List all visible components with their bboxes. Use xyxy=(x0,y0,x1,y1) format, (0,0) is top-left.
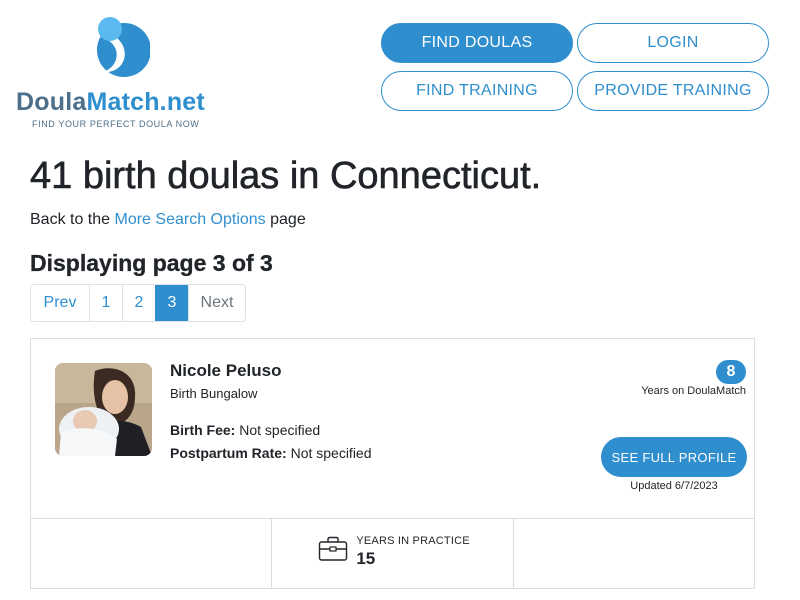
login-button[interactable]: LOGIN xyxy=(577,23,769,63)
years-in-practice-label: YEARS IN PRACTICE xyxy=(356,535,470,547)
logo-tagline: FIND YOUR PERFECT DOULA NOW xyxy=(32,119,200,129)
displaying-page-heading: Displaying page 3 of 3 xyxy=(30,250,273,276)
doula-name[interactable]: Nicole Peluso xyxy=(170,361,281,381)
postpartum-rate-value: Not specified xyxy=(286,445,372,461)
birth-fee-label: Birth Fee: xyxy=(170,422,236,438)
provide-training-button[interactable]: PROVIDE TRAINING xyxy=(577,71,769,111)
updated-date: Updated 6/7/2023 xyxy=(630,480,718,492)
find-training-button[interactable]: FIND TRAINING xyxy=(381,71,573,111)
doula-photo[interactable] xyxy=(55,363,152,456)
find-doulas-button[interactable]: FIND DOULAS xyxy=(381,23,573,63)
postpartum-rate-label: Postpartum Rate: xyxy=(170,445,287,461)
postpartum-rate: Postpartum Rate: Not specified xyxy=(170,445,372,461)
pagination-page-3-active[interactable]: 3 xyxy=(155,285,188,321)
pagination-page-2[interactable]: 2 xyxy=(122,285,155,321)
birth-fee: Birth Fee: Not specified xyxy=(170,422,320,438)
doulamatch-logo-icon xyxy=(92,12,150,77)
pagination-prev[interactable]: Prev xyxy=(31,285,89,321)
years-on-site-badge: 8 xyxy=(716,360,746,384)
see-full-profile-button[interactable]: SEE FULL PROFILE xyxy=(601,437,747,477)
pagination-next[interactable]: Next xyxy=(188,285,245,321)
doula-listing-card: Nicole Peluso Birth Bungalow Birth Fee: … xyxy=(30,338,755,589)
back-suffix: page xyxy=(265,211,306,228)
logo-wordmark-part1: Doula xyxy=(16,88,87,116)
footer-cell-left xyxy=(31,519,273,589)
logo-wordmark-part2: Match.net xyxy=(86,88,205,116)
logo-wordmark: DoulaMatch.net xyxy=(16,88,205,117)
pagination-page-1[interactable]: 1 xyxy=(89,285,122,321)
back-prefix: Back to the xyxy=(30,211,115,228)
briefcase-icon xyxy=(319,536,348,561)
footer-cell-right xyxy=(514,519,754,589)
footer-cell-years-in-practice: YEARS IN PRACTICE 15 xyxy=(272,519,514,589)
more-search-options-link[interactable]: More Search Options xyxy=(115,211,266,228)
card-footer: YEARS IN PRACTICE 15 xyxy=(31,518,754,589)
pagination: Prev 1 2 3 Next xyxy=(30,284,246,322)
years-in-practice-value: 15 xyxy=(356,549,376,568)
birth-fee-value: Not specified xyxy=(235,422,321,438)
site-logo[interactable]: DoulaMatch.net FIND YOUR PERFECT DOULA N… xyxy=(16,12,226,132)
years-on-site-label: Years on DoulaMatch xyxy=(641,385,746,397)
page-title: 41 birth doulas in Connecticut. xyxy=(30,155,542,198)
back-link-line: Back to the More Search Options page xyxy=(30,211,306,229)
doula-organization: Birth Bungalow xyxy=(170,386,258,401)
